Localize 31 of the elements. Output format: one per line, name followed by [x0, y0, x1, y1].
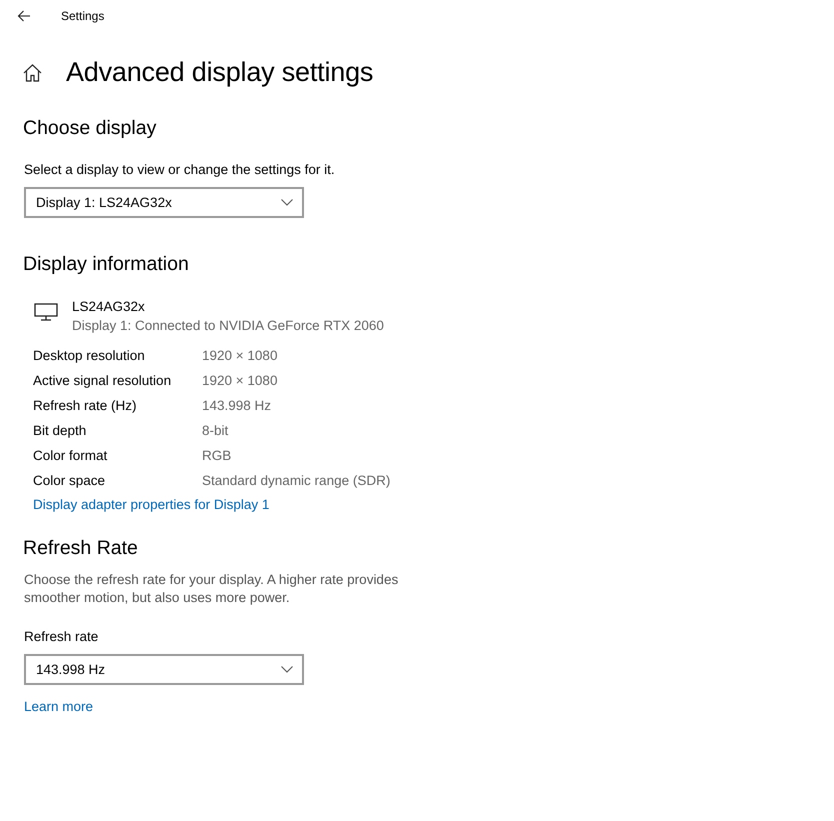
info-value: RGB — [202, 447, 232, 465]
section-heading: Choose display — [23, 116, 158, 141]
info-label: Color format — [33, 447, 108, 465]
section-description: Select a display to view or change the settings for it. — [24, 161, 336, 179]
chevron-down-icon — [281, 199, 293, 206]
info-value: 1920 × 1080 — [202, 372, 278, 390]
monitor-icon — [34, 303, 58, 321]
back-button[interactable] — [17, 10, 31, 22]
info-value: 8-bit — [202, 422, 230, 440]
field-label: Refresh rate — [24, 628, 100, 646]
info-value: 1920 × 1080 — [202, 347, 278, 365]
chevron-down-icon — [281, 666, 293, 673]
monitor-name: LS24AG32x — [72, 298, 146, 316]
info-label: Refresh rate (Hz) — [33, 397, 138, 415]
info-label: Active signal resolution — [33, 372, 172, 390]
home-icon[interactable] — [23, 64, 42, 82]
info-value: Standard dynamic range (SDR) — [202, 472, 390, 490]
section-heading: Display information — [23, 252, 190, 277]
info-label: Bit depth — [33, 422, 88, 440]
info-label: Color space — [33, 472, 106, 490]
learn-more-link[interactable]: Learn more — [24, 699, 94, 714]
info-value: 143.998 Hz — [202, 397, 272, 415]
page-title: Advanced display settings — [66, 57, 374, 88]
window-title: Settings — [61, 9, 104, 23]
monitor-connection: Display 1: Connected to NVIDIA GeForce RTX 2060 — [72, 317, 384, 335]
info-label: Desktop resolution — [33, 347, 146, 365]
adapter-properties-link[interactable]: Display adapter properties for Display 1 — [33, 497, 270, 512]
section-heading: Refresh Rate — [23, 536, 139, 561]
dropdown[interactable]: Display 1: LS24AG32x — [24, 187, 304, 218]
dropdown[interactable]: 143.998 Hz — [24, 654, 304, 685]
section-description: Choose the refresh rate for your display. A higher rate provides smoother motion, but also uses more power. — [24, 571, 400, 607]
